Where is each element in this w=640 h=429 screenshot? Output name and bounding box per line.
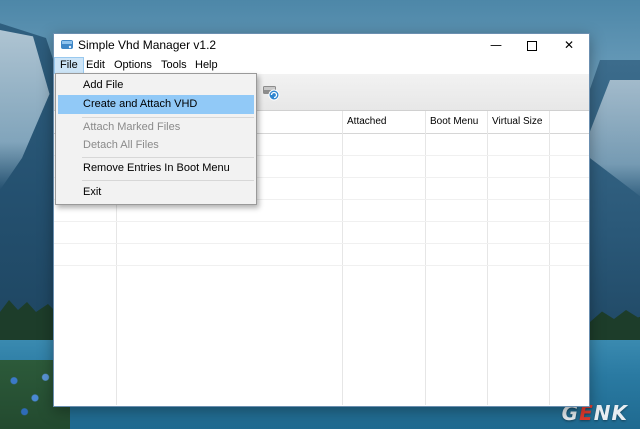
window-title: Simple Vhd Manager v1.2	[78, 38, 217, 52]
menu-file[interactable]: File	[54, 57, 84, 74]
maximize-button[interactable]	[514, 34, 550, 56]
menu-item-add-file[interactable]: Add File	[58, 76, 254, 95]
menu-item-attach-marked: Attach Marked Files	[83, 121, 181, 133]
close-icon: ✕	[563, 38, 575, 52]
column-boot-menu[interactable]: Boot Menu	[430, 116, 478, 127]
menu-item-remove-boot-entries[interactable]: Remove Entries In Boot Menu	[58, 159, 254, 178]
app-disk-icon	[61, 40, 73, 49]
menu-separator	[82, 157, 254, 158]
file-menu-dropdown: Add File Create and Attach VHD Attach Ma…	[55, 73, 257, 205]
row-divider	[54, 265, 589, 266]
menu-edit[interactable]: Edit	[81, 57, 110, 74]
menu-item-detach-all: Detach All Files	[83, 139, 159, 151]
attach-disk-icon[interactable]	[262, 83, 280, 101]
row-divider	[54, 221, 589, 222]
column-virtual-size[interactable]: Virtual Size	[492, 116, 542, 127]
menu-separator	[82, 180, 254, 181]
menu-item-create-attach-vhd[interactable]: Create and Attach VHD	[58, 95, 254, 114]
minimize-button[interactable]: —	[478, 34, 514, 56]
menu-item-exit[interactable]: Exit	[58, 183, 254, 202]
menu-help[interactable]: Help	[190, 57, 223, 74]
maximize-icon	[527, 40, 537, 51]
minimize-icon: —	[490, 38, 502, 52]
menu-bar: File Edit Options Tools Help	[54, 57, 589, 74]
close-button[interactable]: ✕	[551, 34, 587, 56]
row-divider	[54, 243, 589, 244]
menu-options[interactable]: Options	[109, 57, 157, 74]
menu-tools[interactable]: Tools	[156, 57, 192, 74]
title-bar[interactable]: Simple Vhd Manager v1.2 — ✕	[54, 34, 589, 56]
column-attached[interactable]: Attached	[347, 116, 386, 127]
